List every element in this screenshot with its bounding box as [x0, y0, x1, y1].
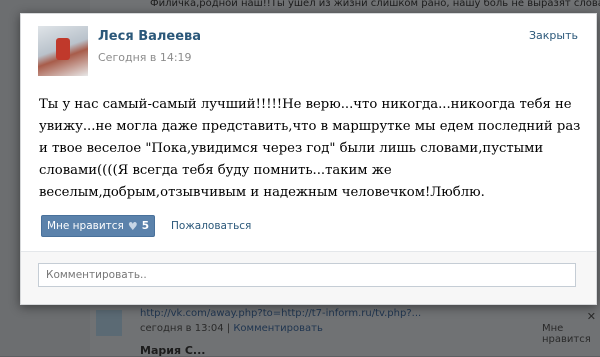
- post-modal: Леся Валеева Сегодня в 14:19 Закрыть Ты …: [20, 13, 597, 305]
- background-post-text: Филичка,родной наш!!Ты ушел из жизни сли…: [150, 0, 600, 9]
- background-author-name: Мария С...: [140, 344, 206, 357]
- like-label: Мне нравится: [46, 220, 124, 232]
- report-link[interactable]: Пожаловаться: [171, 220, 251, 232]
- author-name[interactable]: Леся Валеева: [98, 29, 201, 44]
- background-avatar: [96, 310, 122, 336]
- heart-icon: ♥: [127, 219, 138, 233]
- author-avatar[interactable]: [38, 26, 88, 76]
- divider: [21, 251, 596, 252]
- like-count: 5: [141, 220, 150, 232]
- background-like-label: Мне нравится: [542, 323, 591, 345]
- background-post-link: http://vk.com/away.php?to=http://t7-info…: [140, 308, 422, 319]
- background-comment-link: Комментировать: [233, 323, 323, 334]
- avatar-figure: [56, 38, 70, 60]
- background-post-time: сегодня в 13:04: [140, 323, 224, 334]
- background-post-meta: сегодня в 13:04 | Комментировать: [140, 323, 323, 334]
- background-post-row: http://vk.com/away.php?to=http://t7-info…: [96, 306, 600, 346]
- like-button[interactable]: Мне нравится ♥ 5: [41, 215, 155, 237]
- close-button[interactable]: Закрыть: [529, 29, 578, 42]
- comment-input[interactable]: Комментировать..: [38, 263, 576, 287]
- post-text: Ты у нас самый-самый лучший!!!!!Не верю.…: [39, 97, 581, 200]
- background-close-icon: ✕: [586, 310, 596, 323]
- post-time: Сегодня в 14:19: [98, 51, 192, 64]
- background-separator: |: [226, 323, 231, 334]
